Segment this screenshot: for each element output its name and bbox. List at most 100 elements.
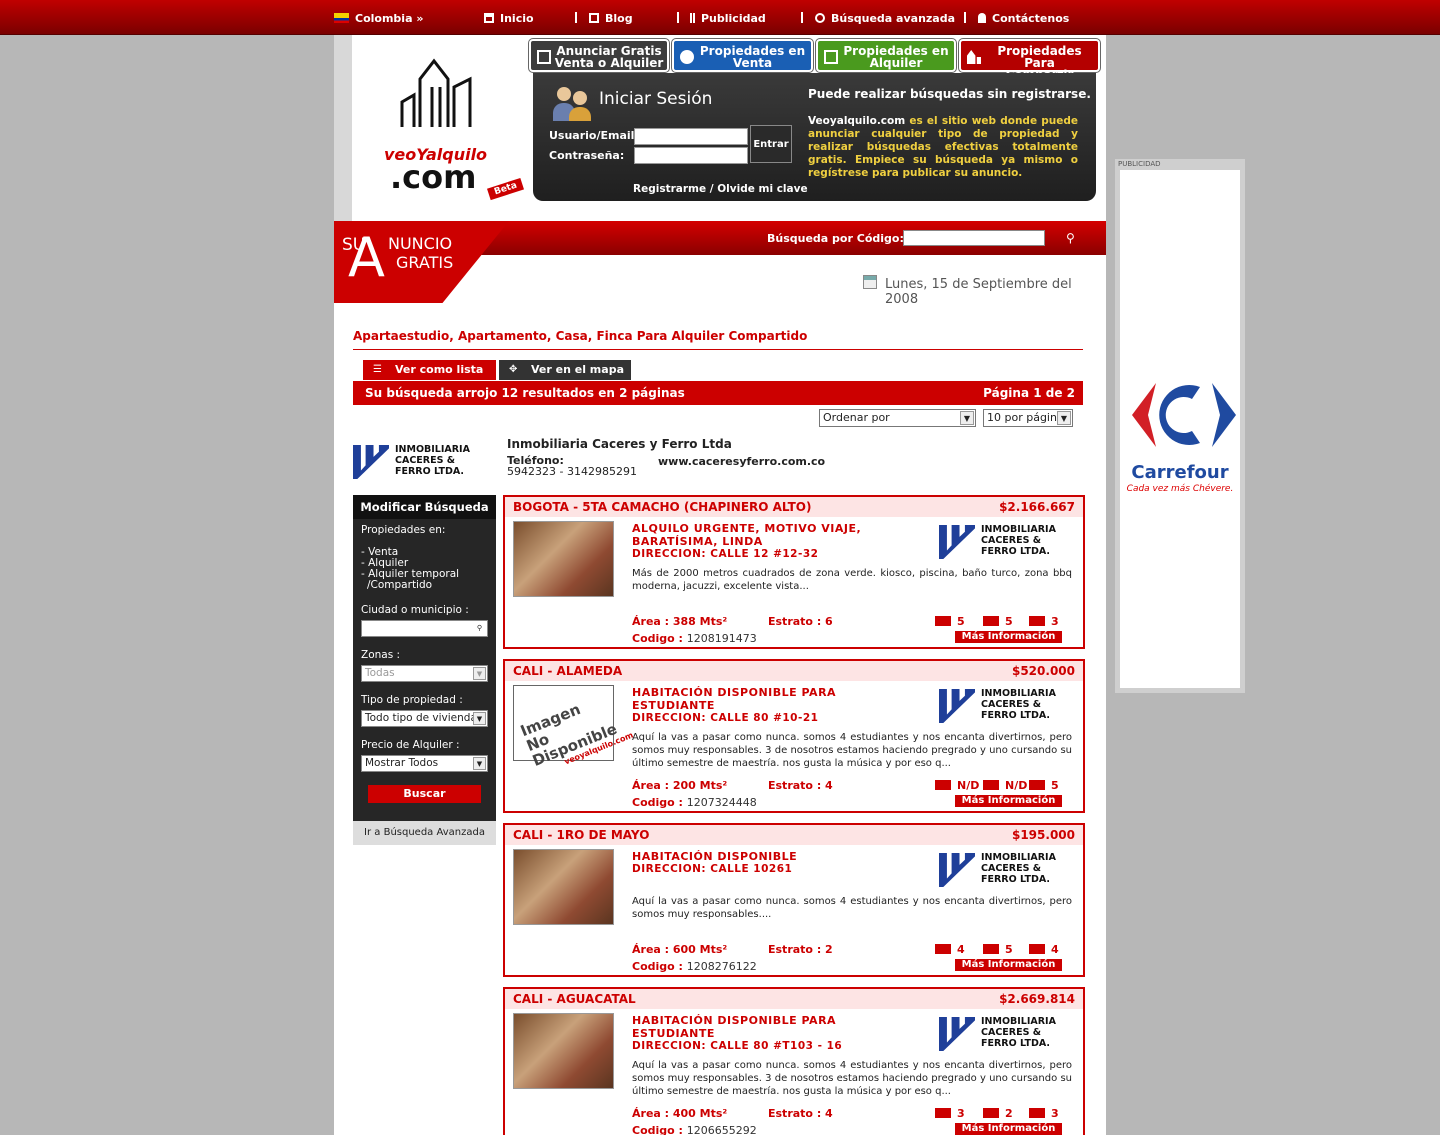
property-type-select[interactable]: Todo tipo de vivienda ▼ (361, 710, 488, 727)
country-selector[interactable]: Colombia » (334, 12, 423, 25)
nav-advanced-search[interactable]: Búsqueda avanzada (815, 12, 955, 25)
main-column: veoYalquilo .com Beta Anunciar Gratis Ven… (334, 35, 1106, 1135)
listing-header[interactable]: BOGOTA - 5TA CAMACHO (CHAPINERO ALTO) $2.… (505, 497, 1083, 517)
tab-properties-for-sale[interactable]: Propiedades en Venta (672, 39, 813, 72)
nav-blog[interactable]: Blog (589, 12, 633, 25)
rent-price-select[interactable]: Mostrar Todos ▼ (361, 755, 488, 772)
listing-header[interactable]: CALI - ALAMEDA $520.000 (505, 661, 1083, 681)
site-header: veoYalquilo .com Beta Anunciar Gratis Ven… (334, 35, 1106, 221)
bed-count: 4 (1029, 943, 1059, 956)
nav-advanced-search-label: Búsqueda avanzada (831, 12, 956, 25)
tab-label-line2: Venta (732, 56, 773, 70)
listing-code-label: Codigo : (632, 960, 687, 973)
tab-properties-to-share[interactable]: Propiedades ParaCompartir (959, 39, 1100, 81)
bathtub-icon (983, 1108, 999, 1118)
tab-list-view[interactable]: ☰ Ver como lista (363, 360, 496, 380)
listing-title[interactable]: ALQUILO URGENTE, MOTIVO VIAJE, BARATÍSIM… (632, 522, 902, 561)
tab-label-line2: Alquiler (869, 56, 923, 70)
tab-map-view-label: Ver en el mapa (531, 363, 624, 376)
no-image-placeholder[interactable]: Imagen No Disponible veoyalquilo.com (513, 685, 635, 770)
listing-code-value: 1208276122 (686, 960, 757, 973)
bed-count: 3 (1029, 1107, 1059, 1120)
more-info-button[interactable]: Más Información (955, 959, 1062, 971)
bed-icon (1029, 1108, 1045, 1118)
password-input[interactable] (634, 147, 748, 164)
more-info-button[interactable]: Más Información (955, 795, 1062, 807)
search-icon[interactable]: ⚲ (1066, 231, 1080, 245)
bath-value: 5 (1005, 943, 1013, 956)
carrefour-ad[interactable]: Carrefour Cada vez más Chévere. (1120, 170, 1240, 688)
listing-agency-logo[interactable]: INMOBILIARIA CACERES & FERRO LTDA. (939, 523, 1059, 561)
agency-logo-line: CACERES & (981, 863, 1042, 874)
agency-logo-text: INMOBILIARIA CACERES & FERRO LTDA. (981, 852, 1056, 885)
nav-contact[interactable]: Contáctenos (978, 12, 1069, 25)
listing-address: DIRECCION: CALLE 12 #12-32 (632, 548, 819, 560)
listing-location: CALI - 1RO DE MAYO (513, 828, 650, 842)
listing-title[interactable]: HABITACIÓN DISPONIBLE DIRECCION: CALLE 10… (632, 850, 902, 876)
sort-order-select[interactable]: Ordenar por ▼ (819, 409, 976, 427)
tab-post-free-ad[interactable]: Anunciar Gratis Venta o Alquiler (529, 39, 669, 72)
advanced-search-link[interactable]: Ir a Búsqueda Avanzada (353, 821, 496, 845)
more-info-button[interactable]: Más Información (955, 631, 1062, 643)
agency-logo-line: CACERES & (981, 699, 1042, 710)
agency-logo-line: INMOBILIARIA (395, 444, 470, 455)
listing-agency-logo[interactable]: INMOBILIARIA CACERES & FERRO LTDA. (939, 687, 1059, 725)
agency-logo-line: INMOBILIARIA (981, 1016, 1056, 1027)
register-forgot-links[interactable]: Registrarme / Olvide mi clave (633, 183, 808, 195)
listing-code: Codigo : 1207324448 (632, 796, 757, 809)
carrefour-brand: Carrefour (1131, 462, 1229, 483)
listing-photo[interactable] (513, 849, 614, 925)
per-page-select[interactable]: 10 por página ▼ (983, 409, 1073, 427)
parking-count: N/D (935, 779, 979, 792)
listing-price: $195.000 (1011, 828, 1075, 842)
listing-header[interactable]: CALI - AGUACATAL $2.669.814 (505, 989, 1083, 1009)
agency-logo[interactable]: INMOBILIARIA CACERES & FERRO LTDA. (353, 443, 473, 481)
promo-text: Veoyalquilo.com es el sitio web donde pu… (808, 115, 1078, 180)
listing-photo[interactable] (513, 1013, 614, 1089)
listing-title[interactable]: HABITACIÓN DISPONIBLE PARA ESTUDIANTE DIR… (632, 686, 902, 725)
listing-photo[interactable] (513, 521, 614, 597)
city-input[interactable]: ⚲ (361, 620, 488, 637)
listing-header[interactable]: CALI - 1RO DE MAYO $195.000 (505, 825, 1083, 845)
users-icon (553, 81, 593, 121)
tab-map-view[interactable]: ✥ Ver en el mapa (499, 360, 631, 380)
listing-description: Aquí la vas a pasar como nunca. somos 4 … (632, 732, 1072, 769)
listing-address: DIRECCION: CALLE 80 #T103 - 16 (632, 1040, 843, 1052)
listing-title[interactable]: HABITACIÓN DISPONIBLE PARA ESTUDIANTE DIR… (632, 1014, 902, 1053)
agency-logo-line: FERRO LTDA. (981, 1038, 1050, 1049)
zones-value: Todas (365, 667, 395, 679)
listing-agency-logo[interactable]: INMOBILIARIA CACERES & FERRO LTDA. (939, 1015, 1059, 1053)
password-label: Contraseña: (549, 149, 625, 162)
site-logo[interactable]: veoYalquilo .com Beta (374, 57, 525, 201)
zones-label: Zonas : (361, 649, 401, 661)
blog-icon (589, 13, 599, 23)
option-shared[interactable]: /Compartido (367, 579, 432, 591)
property-type-label: Tipo de propiedad : (361, 694, 463, 706)
agency-phone: 5942323 - 3142985291 (507, 465, 637, 478)
bath-count: 5 (983, 615, 1013, 628)
search-button[interactable]: Buscar (368, 785, 481, 803)
username-input[interactable] (634, 128, 748, 145)
agency-logo-text: INMOBILIARIA CACERES & FERRO LTDA. (981, 524, 1056, 557)
bathtub-icon (983, 944, 999, 954)
listing-agency-logo[interactable]: INMOBILIARIA CACERES & FERRO LTDA. (939, 851, 1059, 889)
login-submit-button[interactable]: Entrar (750, 125, 792, 163)
nav-advertising[interactable]: Publicidad (690, 12, 766, 25)
agency-logo-line: CACERES & (395, 455, 456, 466)
listing-title-text: HABITACIÓN DISPONIBLE PARA ESTUDIANTE (632, 1014, 837, 1040)
listing-price: $2.669.814 (999, 992, 1075, 1006)
code-search-input[interactable] (903, 230, 1045, 246)
zones-select[interactable]: Todas ▼ (361, 665, 488, 682)
tab-properties-for-rent[interactable]: Propiedades en Alquiler (816, 39, 956, 72)
city-label: Ciudad o municipio : (361, 604, 469, 616)
nav-home[interactable]: Inicio (484, 12, 534, 25)
agency-logo-line: CACERES & (981, 535, 1042, 546)
agency-logo-mark (939, 689, 975, 723)
listing-code: Codigo : 1208191473 (632, 632, 757, 645)
more-info-button[interactable]: Más Información (955, 1123, 1062, 1135)
modify-search-title: Modificar Búsqueda (353, 495, 496, 519)
calendar-icon (863, 275, 877, 289)
listing-location: CALI - AGUACATAL (513, 992, 636, 1006)
agency-website[interactable]: www.caceresyferro.com.co (658, 455, 825, 468)
parking-count: 4 (935, 943, 965, 956)
